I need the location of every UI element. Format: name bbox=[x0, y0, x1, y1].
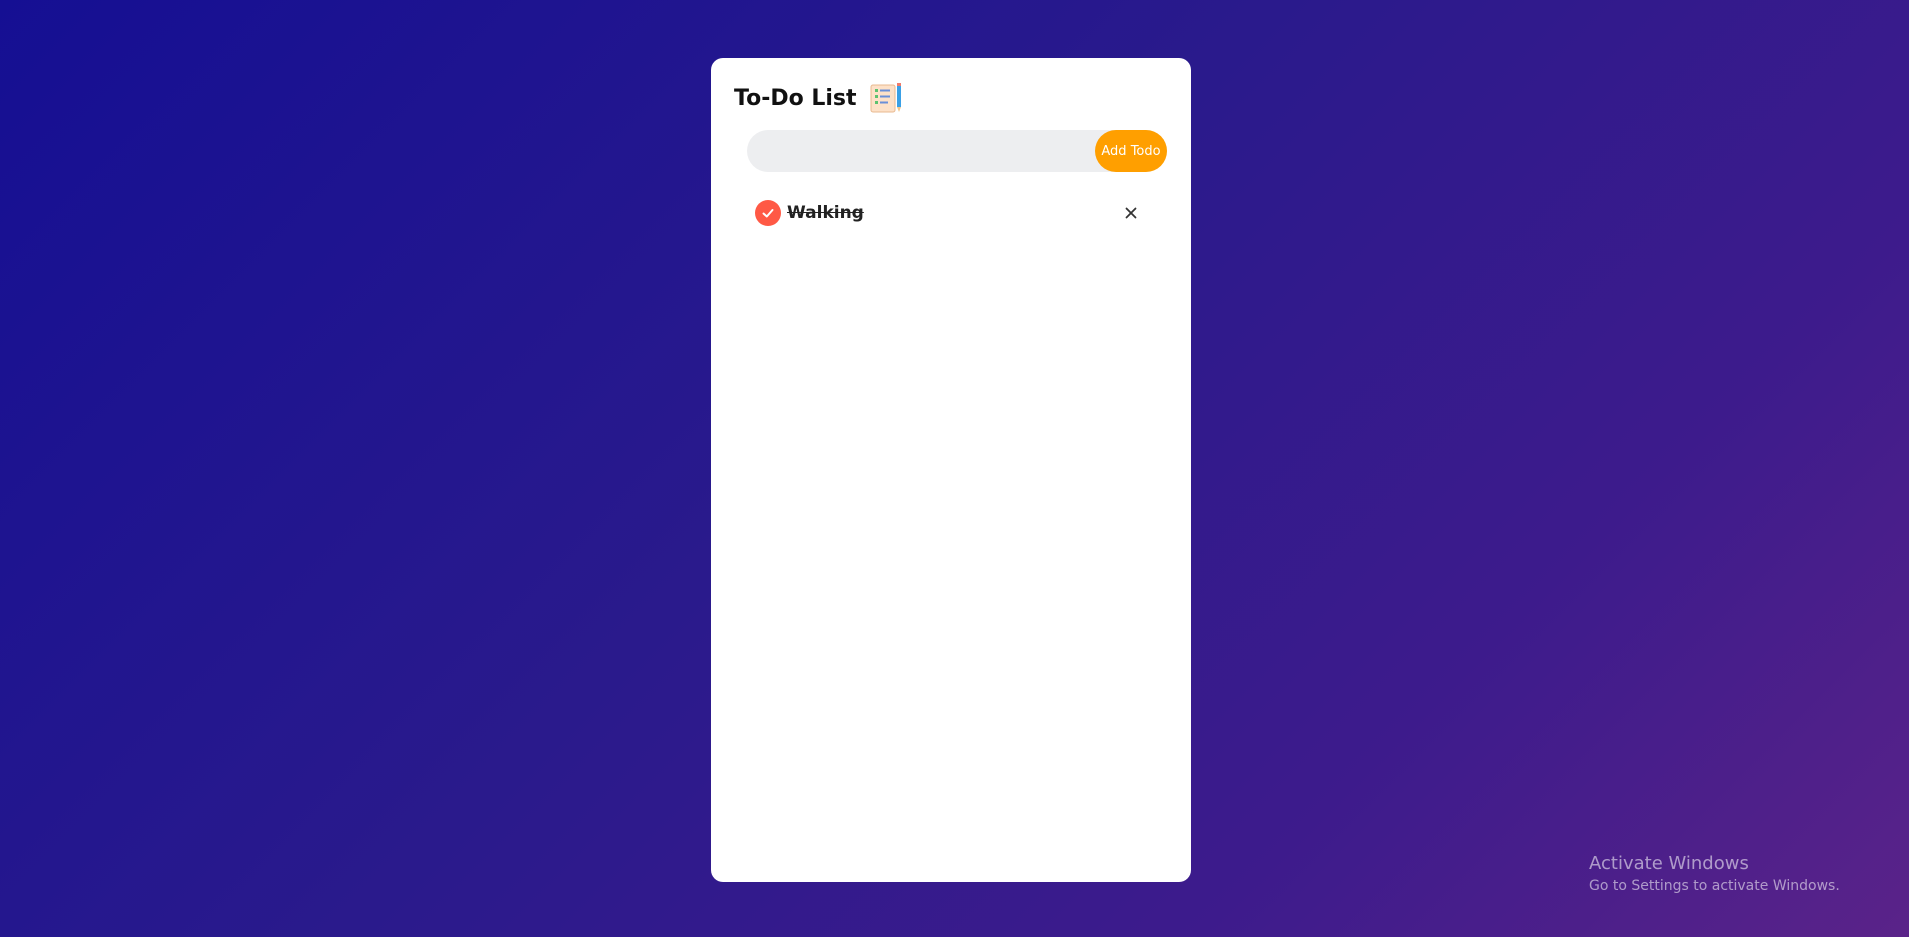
todo-card: To-Do List Add Todo Walking bbox=[711, 58, 1191, 882]
page-title: To-Do List bbox=[734, 85, 857, 111]
todo-list: Walking bbox=[755, 198, 1155, 228]
list-item[interactable]: Walking bbox=[755, 198, 1155, 228]
windows-activation-watermark: Activate Windows Go to Settings to activ… bbox=[1589, 852, 1840, 896]
add-todo-row: Add Todo bbox=[747, 130, 1167, 172]
title-row: To-Do List bbox=[734, 82, 903, 114]
todo-text: Walking bbox=[787, 203, 864, 223]
todo-input[interactable] bbox=[747, 130, 1095, 172]
close-icon[interactable] bbox=[1121, 203, 1141, 223]
checklist-notepad-icon bbox=[869, 82, 903, 114]
check-icon[interactable] bbox=[755, 200, 781, 226]
watermark-subtitle: Go to Settings to activate Windows. bbox=[1589, 878, 1840, 894]
add-todo-button[interactable]: Add Todo bbox=[1095, 130, 1167, 172]
watermark-title: Activate Windows bbox=[1589, 853, 1749, 874]
